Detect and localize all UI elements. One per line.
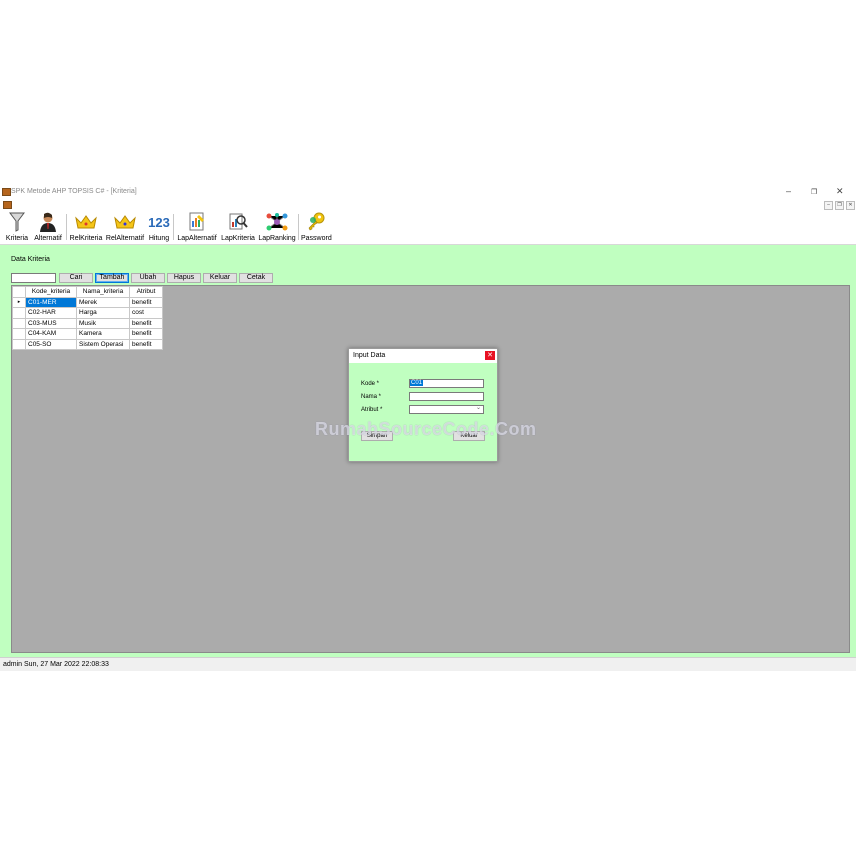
data-grid[interactable]: Kode_kriteria Nama_kriteria Atribut ▸ C0… (12, 286, 163, 350)
numbers-icon-text: 123 (148, 214, 170, 230)
section-title: Data Kriteria (11, 256, 50, 263)
maximize-button[interactable]: ❐ (811, 188, 817, 196)
column-header[interactable]: Atribut (129, 286, 163, 298)
report-icon (176, 212, 218, 232)
ubah-button[interactable]: Ubah (131, 273, 165, 283)
window-title: SPK Metode AHP TOPSIS C# - [Kriteria] (11, 188, 137, 195)
atribut-select[interactable]: ⌄ (409, 405, 484, 414)
mdi-bar: – ❐ ✕ (0, 200, 856, 210)
toolbar-hitung[interactable]: 123 Hitung (147, 212, 171, 243)
kode-value: C01 (410, 380, 424, 386)
table-row[interactable]: C02-HAR Harga cost (12, 307, 163, 319)
keluar-button[interactable]: Keluar (203, 273, 237, 283)
toolbar-lapkriteria[interactable]: LapKriteria (220, 212, 256, 242)
row-header (12, 307, 26, 319)
table-cell[interactable]: Kamera (76, 328, 130, 340)
table-cell[interactable]: C05-SO (25, 338, 77, 350)
dialog-close-button[interactable]: ✕ (485, 351, 495, 360)
search-input[interactable] (11, 273, 56, 283)
table-row[interactable]: ▸ C01-MER Merek benefit (12, 296, 163, 308)
table-cell[interactable]: Harga (76, 307, 130, 319)
table-row[interactable]: C03-MUS Musik benefit (12, 317, 163, 329)
toolbar-alternatif[interactable]: Alternatif (32, 212, 64, 242)
row-header (12, 317, 26, 329)
toolbar-label: LapRanking (258, 235, 296, 242)
dialog-title: Input Data (353, 352, 386, 359)
data-grid-panel[interactable]: Kode_kriteria Nama_kriteria Atribut ▸ C0… (11, 285, 850, 653)
kode-field[interactable]: C01 (409, 379, 484, 388)
nama-field[interactable] (409, 392, 484, 401)
toolbar-label: Alternatif (34, 235, 62, 242)
column-header[interactable]: Kode_kriteria (25, 286, 77, 298)
table-cell[interactable]: benefit (129, 338, 163, 350)
close-button[interactable]: ✕ (836, 186, 844, 197)
toolbar-label: Hitung (148, 235, 170, 242)
toolbar-relalternatif[interactable]: RelAlternatif (105, 212, 145, 242)
input-data-dialog: Input Data ✕ Kode * C01 Nama * Atribut *… (348, 348, 498, 462)
numbers-icon: 123 (147, 212, 171, 232)
status-bar: admin Sun, 27 Mar 2022 22:08:33 (0, 657, 856, 671)
row-header (12, 338, 26, 350)
kode-label: Kode * (361, 381, 380, 387)
table-cell[interactable]: C02-HAR (25, 307, 77, 319)
chevron-down-icon: ⌄ (475, 405, 481, 411)
toolbar-separator (298, 214, 299, 240)
mdi-close-button[interactable]: ✕ (846, 201, 855, 210)
toolbar-separator (173, 214, 174, 240)
toolbar-separator (66, 214, 67, 240)
dialog-title-bar: Input Data ✕ (349, 349, 497, 363)
grid-header-row: Kode_kriteria Nama_kriteria Atribut (12, 286, 163, 298)
row-header (12, 328, 26, 340)
table-cell[interactable]: cost (129, 307, 163, 319)
tambah-button[interactable]: Tambah (95, 273, 129, 283)
toolbar-label: LapAlternatif (177, 235, 217, 242)
table-cell[interactable]: benefit (129, 317, 163, 329)
toolbar-lapalternatif[interactable]: LapAlternatif (176, 212, 218, 242)
table-cell[interactable]: C04-KAM (25, 328, 77, 340)
minimize-button[interactable]: – (786, 186, 791, 196)
toolbar-kriteria[interactable]: Kriteria (3, 212, 31, 242)
mdi-minimize-button[interactable]: – (824, 201, 833, 210)
mdi-restore-button[interactable]: ❐ (835, 201, 844, 210)
title-bar: SPK Metode AHP TOPSIS C# - [Kriteria] – … (0, 184, 856, 200)
table-row[interactable]: C05-SO Sistem Operasi benefit (12, 338, 163, 350)
table-cell[interactable]: benefit (129, 328, 163, 340)
atribut-label: Atribut * (361, 407, 383, 413)
toolbar-lapranking[interactable]: LapRanking (258, 212, 296, 242)
table-cell[interactable]: Sistem Operasi (76, 338, 130, 350)
cetak-button[interactable]: Cetak (239, 273, 273, 283)
hapus-button[interactable]: Hapus (167, 273, 201, 283)
toolbar-label: LapKriteria (221, 235, 255, 242)
cari-button[interactable]: Cari (59, 273, 93, 283)
toolbar-label: Password (301, 235, 332, 242)
table-cell[interactable]: Musik (76, 317, 130, 329)
funnel-icon (3, 212, 31, 232)
toolbar: Kriteria Alternatif RelKriteria RelAlter… (0, 210, 856, 245)
person-icon (32, 212, 64, 232)
table-cell[interactable]: Merek (76, 296, 130, 308)
network-icon (258, 212, 296, 232)
toolbar-label: RelKriteria (69, 235, 103, 242)
row-indicator: ▸ (12, 296, 26, 308)
nama-label: Nama * (361, 394, 382, 400)
keys-icon (301, 212, 331, 232)
toolbar-password[interactable]: Password (301, 212, 332, 242)
column-header[interactable]: Nama_kriteria (76, 286, 130, 298)
table-cell[interactable]: C01-MER (25, 296, 77, 308)
table-row[interactable]: C04-KAM Kamera benefit (12, 328, 163, 340)
table-cell[interactable]: C03-MUS (25, 317, 77, 329)
table-cell[interactable]: benefit (129, 296, 163, 308)
watermark: RumahSourceCode.Com (315, 419, 537, 439)
crown-icon (105, 212, 145, 232)
toolbar-label: Kriteria (5, 235, 29, 242)
search-report-icon (220, 212, 256, 232)
child-window-icon (3, 201, 12, 209)
status-text: admin Sun, 27 Mar 2022 22:08:33 (3, 661, 109, 668)
toolbar-label: RelAlternatif (105, 235, 145, 242)
row-header-corner (12, 286, 26, 298)
toolbar-relkriteria[interactable]: RelKriteria (69, 212, 103, 242)
crown-icon (69, 212, 103, 232)
app-icon (2, 188, 11, 196)
